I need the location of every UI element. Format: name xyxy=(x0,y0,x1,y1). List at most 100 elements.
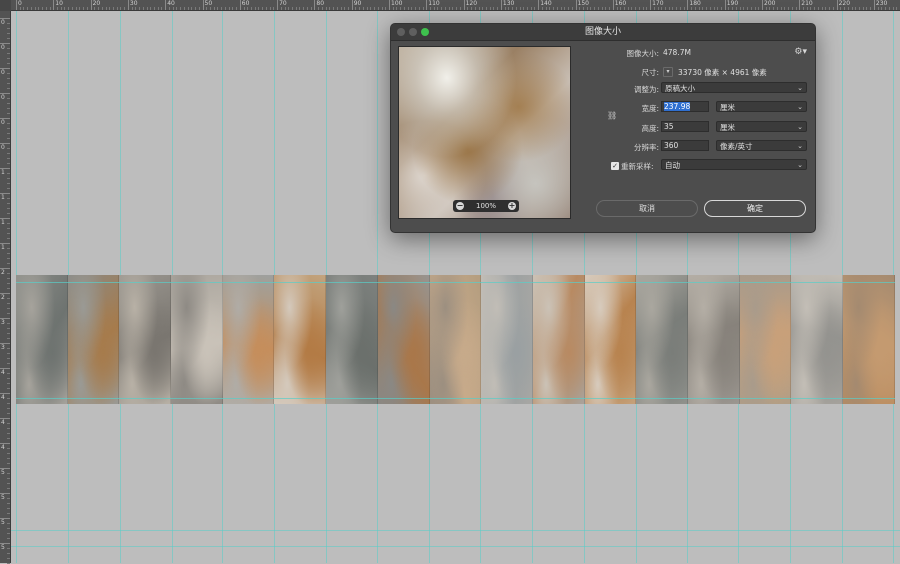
image-preview[interactable]: − 100% + xyxy=(398,46,571,219)
ruler-minor-tick xyxy=(326,7,327,10)
ruler-label: 5 xyxy=(1,470,5,476)
ruler-minor-tick xyxy=(848,7,849,10)
height-unit-select[interactable]: 厘米 ⌄ xyxy=(716,121,807,132)
ruler-minor-tick xyxy=(508,7,509,10)
ruler-minor-tick xyxy=(57,7,58,10)
ruler-minor-tick xyxy=(602,7,603,10)
ruler-label: 4 xyxy=(1,370,5,376)
ruler-minor-tick xyxy=(639,7,640,10)
ruler-corner[interactable] xyxy=(0,0,11,11)
resample-checkbox[interactable]: ✓ xyxy=(611,162,619,170)
resample-label: 重新采样: xyxy=(621,161,659,172)
resolution-unit: 像素/英寸 xyxy=(720,142,753,151)
stone-tile xyxy=(533,275,585,404)
ruler-minor-tick xyxy=(695,7,696,10)
ruler-minor-tick xyxy=(124,7,125,10)
ruler-minor-tick xyxy=(561,7,562,10)
image-size-label: 图像大小: xyxy=(605,48,659,59)
ruler-minor-tick xyxy=(7,33,10,34)
height-unit: 厘米 xyxy=(720,123,735,132)
zoom-window-button[interactable] xyxy=(421,28,429,36)
ruler-minor-tick xyxy=(385,7,386,10)
resolution-input[interactable]: 360 xyxy=(661,140,709,151)
ruler-minor-tick xyxy=(7,53,10,54)
dialog-titlebar[interactable]: 图像大小 xyxy=(391,24,815,41)
fit-to-select[interactable]: 原稿大小 ⌄ xyxy=(661,82,807,93)
stone-tile xyxy=(68,275,120,404)
horizontal-guide[interactable] xyxy=(11,546,900,547)
ruler-minor-tick xyxy=(318,7,319,10)
ruler-minor-tick xyxy=(7,273,10,274)
stone-tile xyxy=(119,275,171,404)
ruler-minor-tick xyxy=(822,7,823,10)
resample-select[interactable]: 自动 ⌄ xyxy=(661,159,807,170)
ruler-minor-tick xyxy=(188,7,189,10)
ruler-minor-tick xyxy=(792,7,793,10)
ruler-minor-tick xyxy=(411,7,412,10)
ruler-minor-tick xyxy=(740,7,741,10)
width-unit-select[interactable]: 厘米 ⌄ xyxy=(716,101,807,112)
ruler-minor-tick xyxy=(572,7,573,10)
ruler-minor-tick xyxy=(251,7,252,10)
ok-button[interactable]: 确定 xyxy=(704,200,806,217)
stone-tile xyxy=(791,275,843,404)
ruler-minor-tick xyxy=(769,7,770,10)
ruler-label: 3 xyxy=(1,345,5,351)
ruler-minor-tick xyxy=(7,458,10,459)
width-input[interactable]: 237.98 xyxy=(661,101,709,112)
stone-tile xyxy=(430,275,482,404)
minimize-window-button[interactable] xyxy=(409,28,417,36)
resolution-unit-select[interactable]: 像素/英寸 ⌄ xyxy=(716,140,807,151)
ruler-minor-tick xyxy=(303,7,304,10)
ruler-minor-tick xyxy=(415,7,416,10)
ruler-label: 3 xyxy=(1,320,5,326)
ruler-minor-tick xyxy=(210,7,211,10)
ruler-minor-tick xyxy=(27,7,28,10)
ruler-minor-tick xyxy=(7,283,10,284)
ruler-minor-tick xyxy=(68,7,69,10)
ruler-minor-tick xyxy=(829,7,830,10)
ruler-minor-tick xyxy=(7,103,10,104)
chevron-down-icon[interactable]: ▾ xyxy=(663,67,673,77)
ruler-minor-tick xyxy=(654,7,655,10)
ruler-minor-tick xyxy=(568,7,569,10)
ruler-minor-tick xyxy=(661,7,662,10)
ruler-label: 5 xyxy=(1,520,5,526)
ruler-minor-tick xyxy=(7,523,10,524)
dimensions-label: 尺寸: xyxy=(605,67,659,78)
strip-guide-top xyxy=(16,282,895,283)
ruler-minor-tick xyxy=(7,298,10,299)
height-input[interactable]: 35 xyxy=(661,121,709,132)
ruler-minor-tick xyxy=(423,7,424,10)
ruler-minor-tick xyxy=(493,7,494,10)
ruler-minor-tick xyxy=(102,7,103,10)
cancel-button[interactable]: 取消 xyxy=(596,200,698,217)
ruler-minor-tick xyxy=(7,23,10,24)
ruler-minor-tick xyxy=(710,7,711,10)
ruler-minor-tick xyxy=(232,7,233,10)
stone-tile xyxy=(481,275,533,404)
gear-icon[interactable]: ⚙▾ xyxy=(794,47,807,57)
ruler-minor-tick xyxy=(7,48,10,49)
ruler-minor-tick xyxy=(7,163,10,164)
ruler-minor-tick xyxy=(773,7,774,10)
stone-tile xyxy=(171,275,223,404)
horizontal-guide[interactable] xyxy=(11,530,900,531)
ruler-minor-tick xyxy=(7,58,10,59)
ruler-minor-tick xyxy=(672,7,673,10)
top-ruler[interactable]: 0102030405060708090100110120130140150160… xyxy=(0,0,900,11)
ruler-minor-tick xyxy=(143,7,144,10)
ruler-minor-tick xyxy=(7,363,10,364)
left-ruler[interactable]: 0000001111223344445555 xyxy=(0,10,11,563)
ruler-minor-tick xyxy=(7,423,10,424)
close-window-button[interactable] xyxy=(397,28,405,36)
ruler-minor-tick xyxy=(408,7,409,10)
ruler-minor-tick xyxy=(7,98,10,99)
ruler-minor-tick xyxy=(676,7,677,10)
ruler-minor-tick xyxy=(7,128,10,129)
ruler-minor-tick xyxy=(117,7,118,10)
preview-zoom-bar: − 100% + xyxy=(453,200,519,212)
zoom-in-icon[interactable]: + xyxy=(508,202,516,210)
ruler-minor-tick xyxy=(893,7,894,10)
ruler-minor-tick xyxy=(7,258,10,259)
